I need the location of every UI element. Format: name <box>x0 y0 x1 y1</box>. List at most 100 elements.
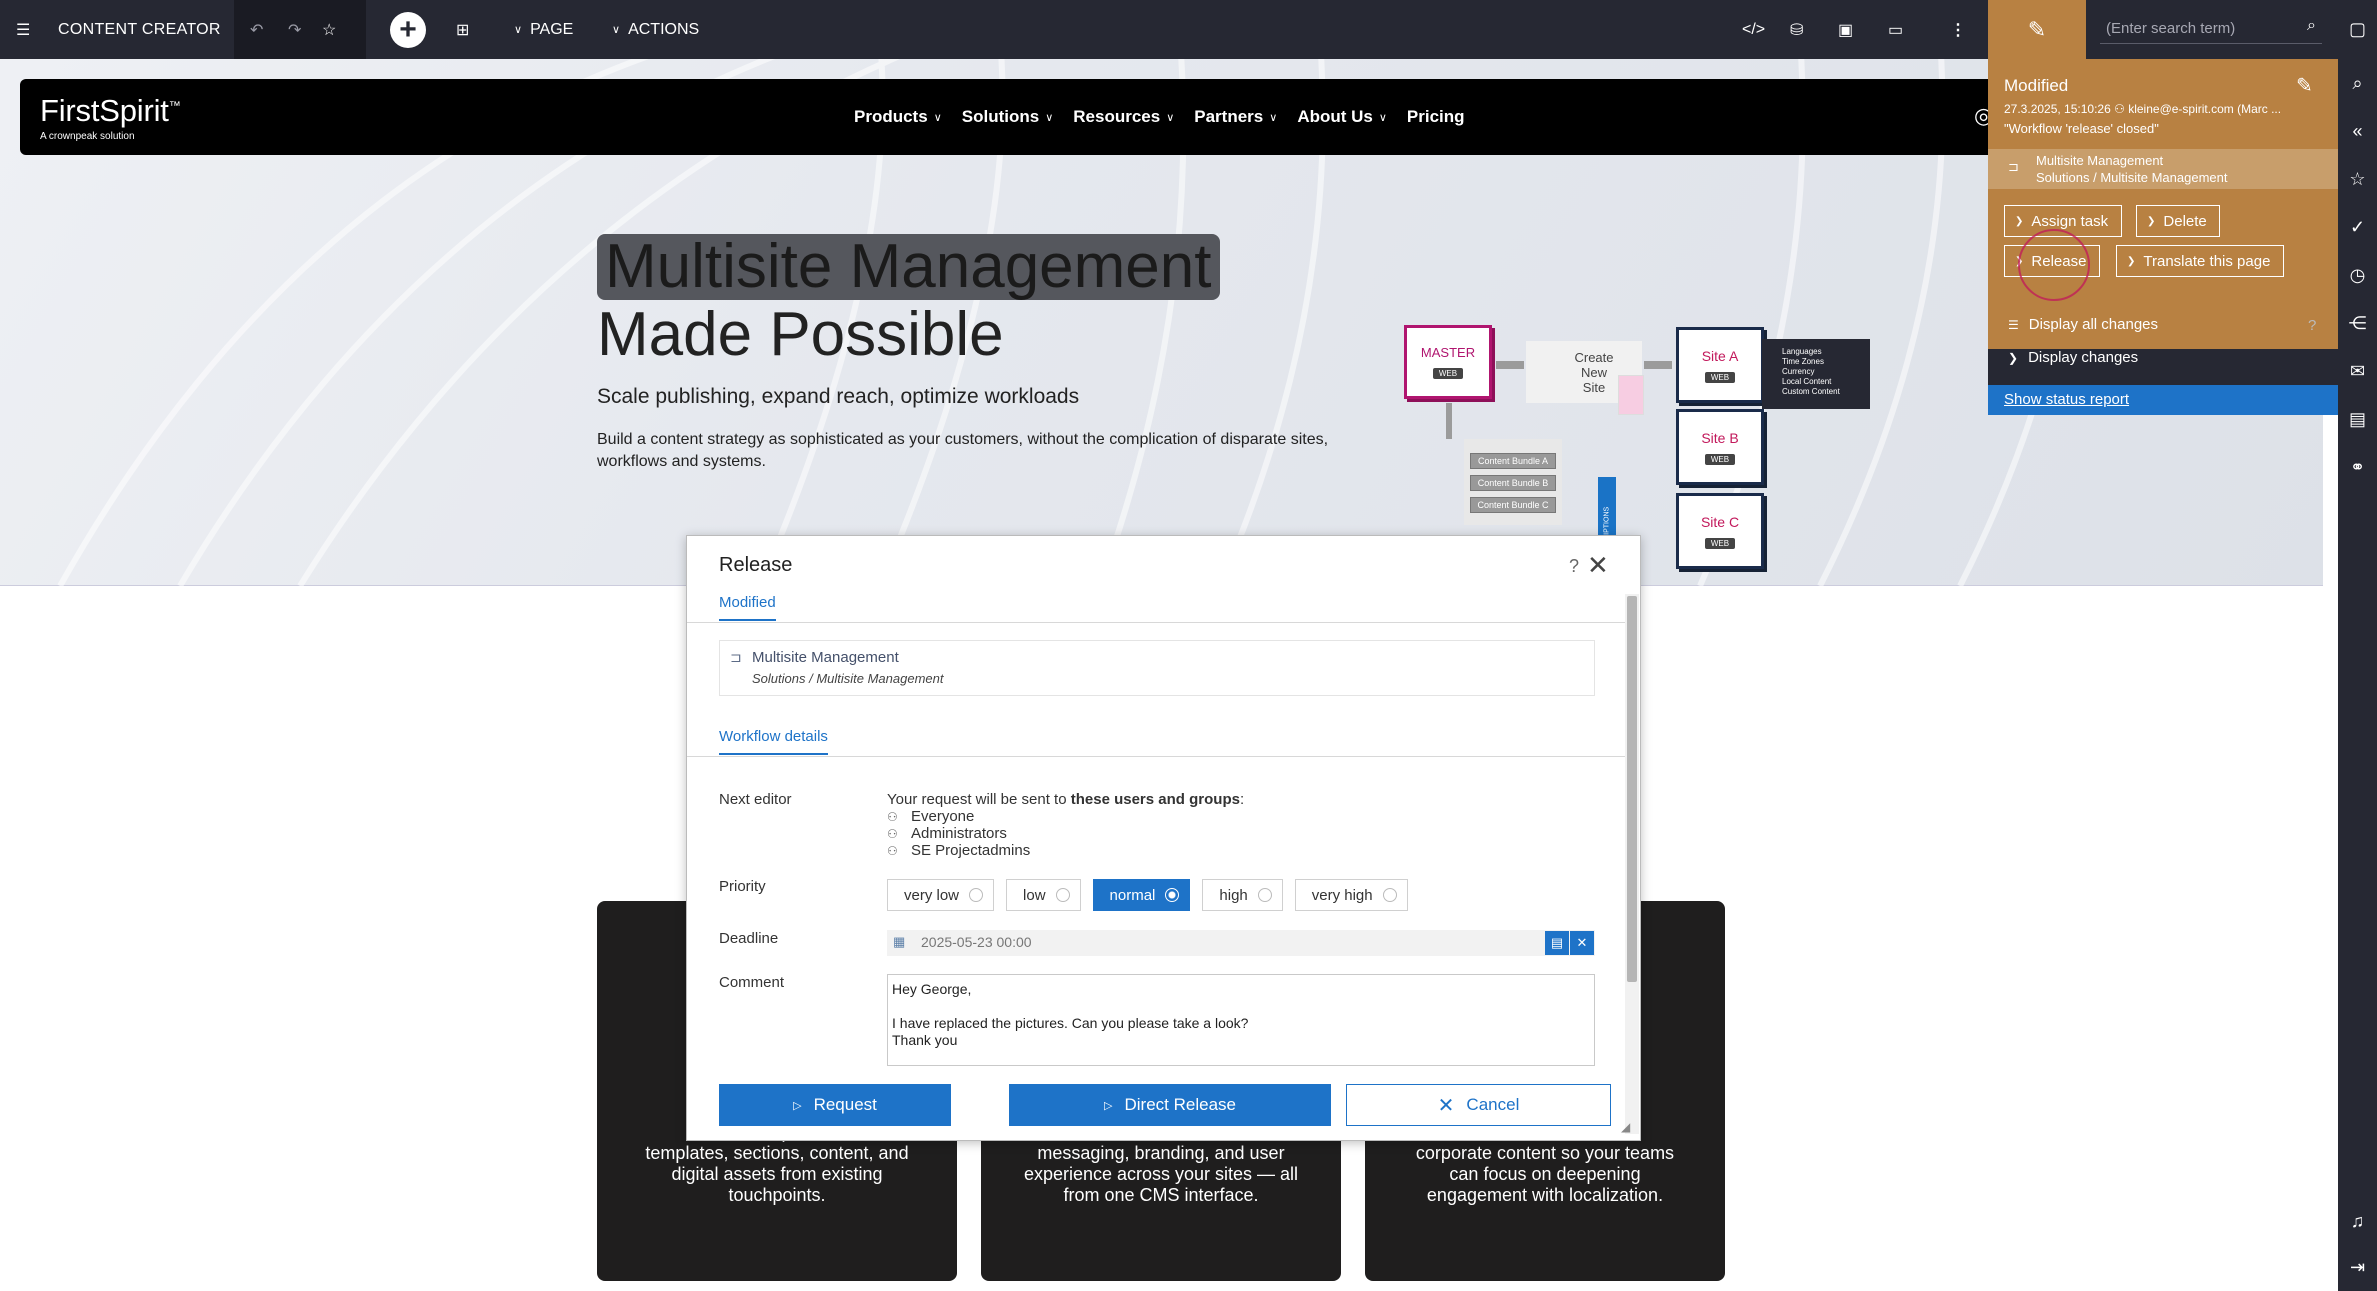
star-icon[interactable]: ☆ <box>322 0 336 59</box>
hero-title-highlighted[interactable]: Multisite Management <box>597 234 1220 300</box>
search-icon[interactable]: ⌕ <box>2338 68 2377 98</box>
site-navbar: FirstSpirit™ A crownpeak solution Produc… <box>20 79 2030 155</box>
message-icon[interactable]: ▤ <box>2338 404 2377 434</box>
mail-icon[interactable]: ✉ <box>2338 356 2377 386</box>
search-input[interactable] <box>2100 14 2322 44</box>
priority-high[interactable]: high <box>1202 879 1283 911</box>
code-icon[interactable]: </> <box>1742 0 1765 59</box>
check-icon[interactable]: ✓ <box>2338 212 2377 242</box>
group-icon: ⚇ <box>887 809 898 824</box>
clock-icon[interactable]: ◷ <box>2338 260 2377 290</box>
hero-text[interactable]: Build a content strategy as sophisticate… <box>597 429 1337 473</box>
edit-mode-tab[interactable]: ✎ <box>1988 0 2086 59</box>
hero-subtitle[interactable]: Scale publishing, expand reach, optimize… <box>597 385 1079 409</box>
diagram-list-item: Currency <box>1782 367 1815 376</box>
clear-date-button[interactable]: ✕ <box>1570 931 1594 955</box>
pencil-icon[interactable]: ✎ <box>2296 73 2313 98</box>
site-nav-menu: Products ∨ Solutions ∨ Resources ∨ Partners… <box>854 79 1465 155</box>
next-editor-label: Next editor <box>719 791 792 808</box>
diagram-document <box>1618 375 1644 415</box>
request-button[interactable]: ▷ Request <box>719 1084 951 1126</box>
database-icon[interactable]: ⛁ <box>1790 0 1803 59</box>
radio-selected-icon <box>1165 888 1180 902</box>
diagram-bundle: Content Bundle B <box>1470 475 1556 491</box>
link-icon[interactable]: ⚭ <box>2338 452 2377 482</box>
display-changes-link[interactable]: ❯ Display changes <box>2008 349 2138 366</box>
request-text: Your request will be sent to <box>887 791 1071 808</box>
site-logo[interactable]: FirstSpirit™ A crownpeak solution <box>40 93 181 142</box>
exit-icon[interactable]: ⇥ <box>2338 1252 2377 1282</box>
deadline-label: Deadline <box>719 930 779 947</box>
app-title: CONTENT CREATOR <box>58 20 221 38</box>
chevron-right-icon: ❯ <box>2015 215 2024 227</box>
brand-sub: A crownpeak solution <box>40 131 135 142</box>
priority-low[interactable]: low <box>1006 879 1081 911</box>
close-icon[interactable]: ✕ <box>1587 550 1609 581</box>
priority-very-low[interactable]: very low <box>887 879 995 911</box>
calendar-icon: ▦ <box>893 934 906 949</box>
more-icon[interactable]: ⋮ <box>1950 0 1966 59</box>
nav-label: Pricing <box>1406 107 1465 126</box>
cancel-button[interactable]: ✕ Cancel <box>1346 1084 1611 1126</box>
request-text-bold: these users and groups <box>1070 791 1240 808</box>
chevron-right-icon: ❯ <box>2008 350 2019 365</box>
direct-release-button[interactable]: ▷ Direct Release <box>1009 1084 1331 1126</box>
help-icon[interactable]: ? <box>1569 556 1579 577</box>
diagram-bundle: Content Bundle A <box>1470 453 1556 469</box>
menu-icon[interactable]: ☰ <box>16 0 46 59</box>
diagram-arrow <box>1446 403 1452 439</box>
recipient-everyone: ⚇ Everyone <box>887 808 974 825</box>
request-info: Your request will be sent to these users… <box>887 791 1244 808</box>
workflow-timestamp: 27.3.2025, 15:10:26 <box>2004 102 2111 116</box>
dialog-scrollbar[interactable] <box>1625 594 1639 1134</box>
priority-normal[interactable]: normal <box>1092 879 1191 911</box>
nav-partners[interactable]: Partners ∨ <box>1194 107 1277 127</box>
workflow-page-reference[interactable]: ⊐ Multisite Management Solutions / Multi… <box>1988 149 2338 189</box>
redo-icon[interactable]: ↷ <box>288 0 301 59</box>
star-icon[interactable]: ☆ <box>2338 164 2377 194</box>
dialog-title: Release <box>719 554 793 576</box>
recipient-se-projectadmins: ⚇ SE Projectadmins <box>887 842 1030 859</box>
chat-icon[interactable]: ▢ <box>2338 14 2377 44</box>
undo-icon[interactable]: ↶ <box>250 0 263 59</box>
resize-handle[interactable]: ◢ <box>1621 1120 1630 1134</box>
nav-about-us[interactable]: About Us ∨ <box>1297 107 1387 127</box>
divider <box>687 756 1625 757</box>
button-label: Direct Release <box>1124 1095 1236 1114</box>
page-reference[interactable]: ⊐ Multisite Management Solutions / Multi… <box>719 640 1595 696</box>
priority-very-high[interactable]: very high <box>1294 879 1408 911</box>
comment-field[interactable]: Hey George, I have replaced the pictures… <box>887 974 1595 1066</box>
delete-button[interactable]: ❯ Delete <box>2136 205 2220 237</box>
display-all-changes-link[interactable]: ☰ Display all changes <box>2008 316 2158 333</box>
grid-icon[interactable]: ⊞ <box>456 0 469 59</box>
page-menu[interactable]: ∨ PAGE <box>514 0 573 59</box>
hero-title-line-2[interactable]: Made Possible <box>597 300 1004 370</box>
images-icon[interactable]: ▣ <box>1838 0 1853 59</box>
link-label: Display changes <box>2028 349 2139 366</box>
radio-icon <box>969 888 984 902</box>
date-picker-button[interactable]: ▤ <box>1545 931 1569 955</box>
tab-workflow-details[interactable]: Workflow details <box>719 728 828 755</box>
recipient-name: Administrators <box>911 825 1007 842</box>
nav-products[interactable]: Products ∨ <box>854 107 942 127</box>
deadline-field[interactable]: ▦ 2025-05-23 00:00 ▤ ✕ <box>887 930 1595 956</box>
search-icon[interactable]: ⌕ <box>2307 17 2316 35</box>
help-icon[interactable]: ? <box>2308 317 2316 334</box>
translate-page-button[interactable]: ❯ Translate this page <box>2116 245 2284 277</box>
actions-menu[interactable]: ∨ ACTIONS <box>612 0 699 59</box>
add-button[interactable]: + <box>390 0 426 59</box>
share-icon[interactable]: ⋲ <box>2338 308 2377 338</box>
diagram-arrow <box>1644 361 1672 369</box>
nav-solutions[interactable]: Solutions ∨ <box>962 107 1054 127</box>
nav-pricing[interactable]: Pricing <box>1407 107 1465 127</box>
bell-icon[interactable]: ♫ <box>2338 1206 2377 1236</box>
scrollbar-thumb[interactable] <box>1627 596 1637 982</box>
tab-modified[interactable]: Modified <box>719 594 776 621</box>
link-label: Display all changes <box>2028 316 2159 333</box>
collapse-icon[interactable]: « <box>2338 116 2377 146</box>
nav-resources[interactable]: Resources ∨ <box>1073 107 1174 127</box>
show-status-report-link[interactable]: Show status report <box>2004 391 2129 408</box>
devices-icon[interactable]: ▭ <box>1888 0 1903 59</box>
diagram-list-item: Time Zones <box>1782 357 1824 366</box>
button-label: Translate this page <box>2143 252 2271 270</box>
